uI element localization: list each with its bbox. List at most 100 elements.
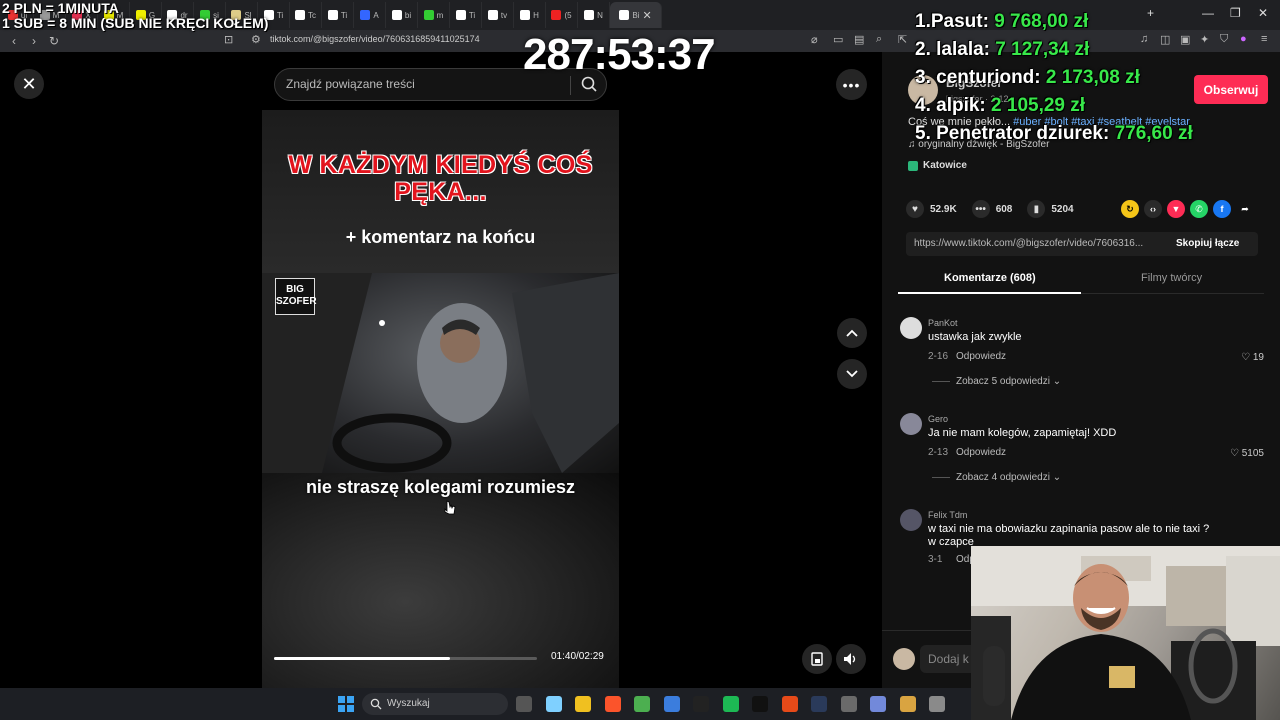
comment-button[interactable]: ••• 608 xyxy=(971,200,1012,218)
video-player[interactable]: W KAŻDYM KIEDYŚ COŚ PĘKA... + komentarz … xyxy=(262,110,619,688)
video-subheadline: + komentarz na końcu xyxy=(345,227,536,247)
browser-tab[interactable]: Ti xyxy=(322,2,354,28)
windows-start-icon[interactable] xyxy=(338,696,354,712)
minimize-button[interactable]: — xyxy=(1202,6,1214,20)
close-window-button[interactable]: ✕ xyxy=(1258,6,1268,20)
app-icon[interactable] xyxy=(899,696,916,712)
site-info-icon[interactable]: ⚙ xyxy=(251,33,261,46)
comment-avatar[interactable] xyxy=(900,509,922,531)
spotify-icon[interactable] xyxy=(722,696,739,712)
browser-tab[interactable]: m xyxy=(418,2,450,28)
shield-icon[interactable]: ⛉ xyxy=(1220,33,1228,46)
donation-leaderboard: 1.Pasut: 9 768,00 zł 2. lalala: 7 127,34 … xyxy=(915,8,1193,148)
view-replies-button[interactable]: Zobacz 5 odpowiedzi ⌄ xyxy=(932,376,1061,387)
tab-favicon-icon xyxy=(360,10,371,20)
view-replies-button[interactable]: Zobacz 4 odpowiedzi ⌄ xyxy=(932,472,1061,483)
reply-button[interactable]: Odpowiedz xyxy=(956,351,1006,362)
browser-tab[interactable]: bi xyxy=(386,2,418,28)
volume-button[interactable] xyxy=(836,644,866,674)
steam-icon[interactable] xyxy=(811,696,827,712)
file-explorer-icon[interactable] xyxy=(575,696,591,712)
comment-avatar[interactable] xyxy=(900,413,922,435)
menu-icon[interactable]: ≡ xyxy=(1261,33,1267,45)
forward-icon[interactable]: › xyxy=(24,34,44,48)
bookmark-icon[interactable]: ⊡ xyxy=(224,33,233,46)
video-headline: W KAŻDYM KIEDYŚ COŚ PĘKA... xyxy=(288,151,593,206)
tab-favicon-icon xyxy=(584,10,595,20)
embed-icon[interactable]: ‹› xyxy=(1144,200,1162,218)
facebook-icon[interactable]: f xyxy=(1213,200,1231,218)
chrome-icon[interactable] xyxy=(634,696,650,712)
share-arrow-icon[interactable]: ➦ xyxy=(1236,200,1254,218)
task-view-icon[interactable] xyxy=(516,696,532,712)
profile-icon[interactable]: ● xyxy=(1240,33,1247,45)
comment-avatar[interactable] xyxy=(900,317,922,339)
follow-button[interactable]: Obserwuj xyxy=(1194,75,1268,104)
tab-label: Ti xyxy=(340,10,348,20)
comment-username[interactable]: PanKot xyxy=(928,318,958,328)
close-icon: ✕ xyxy=(21,73,37,94)
browser-tab[interactable]: Tc xyxy=(290,2,322,28)
extension-icon[interactable]: ✦ xyxy=(1200,33,1209,46)
tab-comments[interactable]: Komentarze (608) xyxy=(944,272,1036,284)
reply-button[interactable]: Odpowiedz xyxy=(956,447,1006,458)
url-text[interactable]: tiktok.com/@bigszofer/video/760631685941… xyxy=(270,34,480,44)
repost-icon[interactable]: ↻ xyxy=(1121,200,1139,218)
store-icon[interactable] xyxy=(663,696,680,712)
browser-tab[interactable]: H xyxy=(514,2,546,28)
streaming-app-icon[interactable] xyxy=(781,696,798,712)
video-progress-bar[interactable] xyxy=(274,657,537,660)
whatsapp-icon[interactable]: ✆ xyxy=(1190,200,1208,218)
browser-tab[interactable]: tv xyxy=(482,2,514,28)
next-video-button[interactable] xyxy=(837,359,867,389)
screen-icon[interactable]: ▭ xyxy=(833,33,843,46)
back-icon[interactable]: ‹ xyxy=(4,34,24,48)
discord-icon[interactable] xyxy=(870,696,886,712)
tab-favicon-icon xyxy=(487,10,498,20)
browser-tab[interactable]: (5 xyxy=(546,2,578,28)
comment-text: w taxi nie ma obowiazku zapinania pasow … xyxy=(928,523,1210,535)
browser-tab[interactable]: A xyxy=(354,2,386,28)
cast-icon[interactable]: ▤ xyxy=(854,33,864,46)
copy-link-button[interactable]: Skopiuj łącze xyxy=(1176,238,1239,249)
obs-icon[interactable] xyxy=(693,696,709,712)
more-options-button[interactable]: ••• xyxy=(836,69,867,100)
translate-icon[interactable]: ⌀ xyxy=(811,33,818,46)
comment-like-button[interactable]: ♡ 19 xyxy=(1241,352,1264,363)
donor-name: 1.Pasut: xyxy=(915,11,989,32)
comment-username[interactable]: Gero xyxy=(928,414,948,424)
save-button[interactable]: ▮ 5204 xyxy=(1027,200,1074,218)
bookmark-icon: ▮ xyxy=(1027,200,1046,218)
taskbar-search[interactable]: Wyszukaj xyxy=(362,693,508,715)
video-link[interactable]: https://www.tiktok.com/@bigszofer/video/… xyxy=(914,238,1166,249)
rule-line-2: 1 SUB = 8 MIN (SUB NIE KRĘCI KOŁEM) xyxy=(2,15,269,31)
zoom-icon[interactable]: ⌕ xyxy=(876,33,882,46)
close-button[interactable]: ✕ xyxy=(14,69,44,99)
comment-date: 2-13 xyxy=(928,447,949,458)
browser-tab[interactable]: N xyxy=(578,2,610,28)
pip-button[interactable] xyxy=(802,644,832,674)
browser-tab[interactable]: Ti xyxy=(450,2,482,28)
send-to-friend-icon[interactable]: ▼ xyxy=(1167,200,1185,218)
share-page-icon[interactable]: ⇱ xyxy=(898,33,907,46)
replies-line xyxy=(932,477,950,478)
related-search-input[interactable] xyxy=(286,77,556,91)
maximize-button[interactable]: ❐ xyxy=(1230,6,1241,20)
previous-video-button[interactable] xyxy=(837,318,867,348)
settings-icon[interactable] xyxy=(929,696,945,712)
view-replies-label: Zobacz 5 odpowiedzi ⌄ xyxy=(956,376,1062,387)
calculator-icon[interactable] xyxy=(840,696,857,712)
app-icon[interactable] xyxy=(752,696,768,712)
close-tab-icon[interactable]: ✕ xyxy=(642,9,651,22)
location-tag[interactable]: Katowice xyxy=(908,160,967,171)
comment-username[interactable]: Felix Tdm xyxy=(928,510,967,520)
like-count: 52.9K xyxy=(930,203,957,215)
like-button[interactable]: ♥ 52.9K xyxy=(906,200,957,218)
comment-text: ustawka jak zwykle xyxy=(928,331,1022,343)
brave-icon[interactable] xyxy=(604,696,621,712)
comment-like-button[interactable]: ♡ 5105 xyxy=(1230,448,1264,459)
tab-creator-videos[interactable]: Filmy twórcy xyxy=(1141,272,1202,284)
reload-icon[interactable]: ↻ xyxy=(44,34,64,48)
copilot-icon[interactable] xyxy=(545,696,562,712)
browser-tab[interactable]: Bi ✕ xyxy=(610,2,662,28)
